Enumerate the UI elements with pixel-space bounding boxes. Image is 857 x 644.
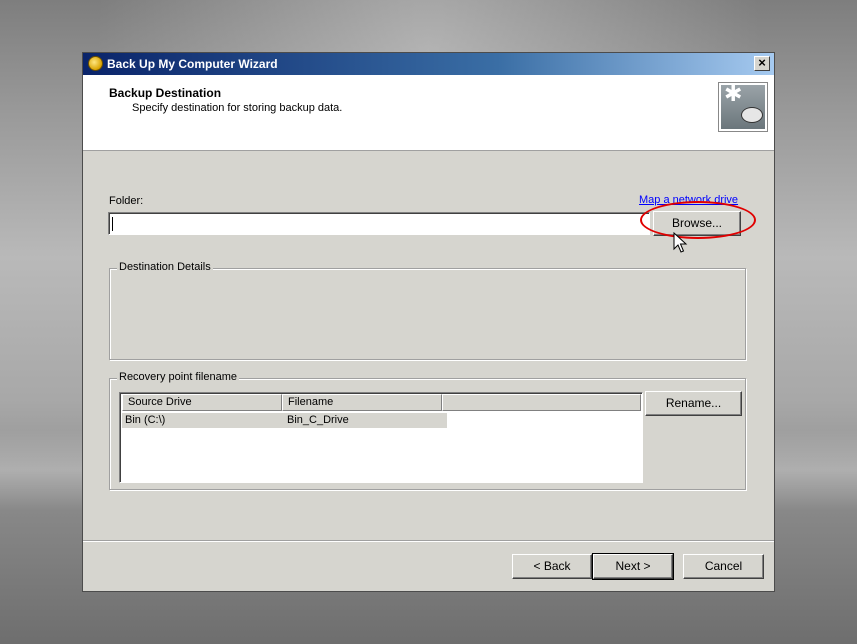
footer-divider [83, 540, 774, 542]
close-icon: × [758, 55, 766, 70]
recovery-point-group: Recovery point filename Source Drive Fil… [109, 371, 746, 490]
next-button[interactable]: Next > [592, 553, 674, 580]
browse-button[interactable]: Browse... [653, 211, 741, 236]
page-subtitle: Specify destination for storing backup d… [132, 102, 343, 114]
backup-wizard-icon [88, 56, 103, 71]
back-button[interactable]: < Back [512, 554, 592, 579]
recovery-file-list[interactable]: Source Drive Filename Bin (C:\) Bin_C_Dr… [119, 392, 643, 483]
table-cell-filename[interactable]: Bin_C_Drive [282, 413, 447, 428]
table-cell-source-drive[interactable]: Bin (C:\) [122, 413, 285, 428]
destination-details-group: Destination Details [109, 261, 746, 360]
cancel-button[interactable]: Cancel [683, 554, 764, 579]
close-button[interactable]: × [754, 56, 770, 71]
wizard-header: Backup Destination Specify destination f… [83, 75, 774, 151]
folder-label: Folder: [109, 195, 144, 207]
page-title: Backup Destination [109, 86, 222, 100]
wizard-dialog: Back Up My Computer Wizard × Backup Dest… [82, 52, 775, 592]
window-title: Back Up My Computer Wizard [107, 57, 278, 71]
destination-details-label: Destination Details [117, 261, 213, 273]
folder-input[interactable] [108, 212, 650, 235]
column-header-filename[interactable]: Filename [282, 394, 442, 411]
map-network-drive-link[interactable]: Map a network drive [639, 194, 738, 206]
rename-button[interactable]: Rename... [645, 391, 742, 416]
column-header-source-drive[interactable]: Source Drive [122, 394, 282, 411]
column-header-empty[interactable] [442, 394, 641, 411]
recovery-point-label: Recovery point filename [117, 371, 240, 383]
text-caret [112, 217, 113, 231]
title-bar[interactable]: Back Up My Computer Wizard × [83, 53, 774, 75]
backup-destination-icon: ✱ [718, 82, 768, 132]
